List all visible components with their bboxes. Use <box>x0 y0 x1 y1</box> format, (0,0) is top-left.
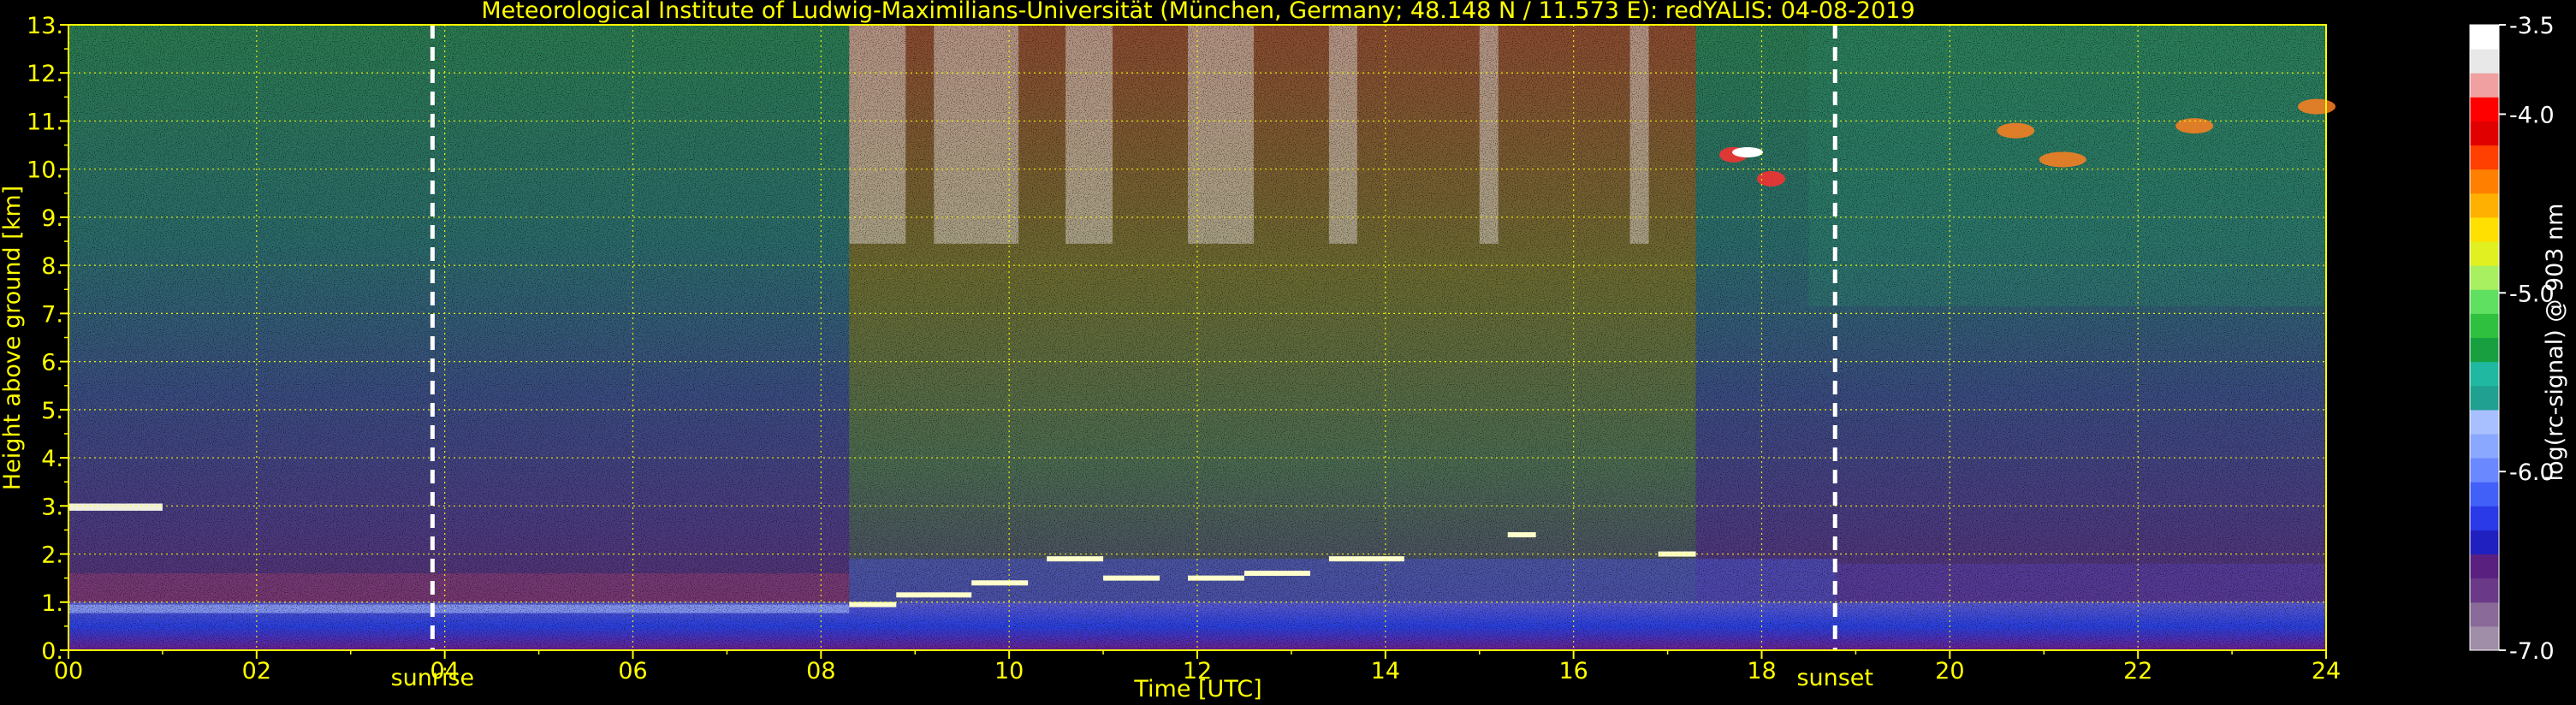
y-tick-label: 4. <box>41 446 63 472</box>
cloud-top <box>849 601 897 607</box>
colorbar-swatch <box>2470 601 2499 627</box>
x-tick-label: 16 <box>1558 658 1588 684</box>
sunrise-label: sunrise <box>391 665 475 691</box>
y-tick-label: 2. <box>41 542 63 569</box>
y-tick-label: 6. <box>41 350 63 376</box>
cloud-top <box>1507 532 1536 538</box>
cloud-top <box>1047 556 1104 562</box>
plot-area <box>68 24 2336 651</box>
y-tick-label: 9. <box>41 205 63 232</box>
x-tick-label: 08 <box>806 658 835 684</box>
colorbar-swatch <box>2470 265 2499 290</box>
cloud-top <box>896 592 972 598</box>
y-tick-label: 7. <box>41 301 63 328</box>
colorbar-tick-label: -4.0 <box>2509 102 2555 128</box>
sunset-label: sunset <box>1796 665 1873 691</box>
x-tick-label: 24 <box>2312 658 2341 684</box>
high-cloud <box>1997 122 2035 139</box>
x-tick-label: 06 <box>618 658 647 684</box>
colorbar-swatch <box>2470 193 2499 218</box>
chart-title: Meteorological Institute of Ludwig-Maxim… <box>481 0 1914 24</box>
y-tick-label: 11. <box>27 109 63 135</box>
x-tick-label: 02 <box>242 658 271 684</box>
y-tick-label: 13. <box>27 13 63 39</box>
colorbar-swatch <box>2470 241 2499 266</box>
colorbar-swatch <box>2470 506 2499 530</box>
colorbar-swatch <box>2470 361 2499 387</box>
high-cloud-core <box>1732 147 1764 158</box>
y-tick-label: 10. <box>27 157 63 184</box>
x-tick-label: 10 <box>994 658 1024 684</box>
colorbar-label: log(rc-signal) @ 903 nm <box>2542 204 2568 482</box>
colorbar <box>2469 24 2500 651</box>
y-tick-label: 12. <box>27 61 63 87</box>
colorbar-swatch <box>2470 169 2499 194</box>
colorbar-swatch <box>2470 385 2499 411</box>
y-tick-label: 8. <box>41 253 63 280</box>
residual-aerosol-layer <box>68 503 163 511</box>
x-axis-label: Time [UTC] <box>1133 676 1261 702</box>
colorbar-swatch <box>2470 121 2499 146</box>
x-tick-label: 14 <box>1371 658 1400 684</box>
y-tick-label: 1. <box>41 590 63 617</box>
y-axis-label: Height above ground [km] <box>0 186 26 490</box>
colorbar-swatch <box>2470 578 2499 603</box>
cloud-top <box>1103 575 1160 581</box>
y-axis-ticks: 0. 1. 2. 3. 4. 5. 6. 7. 8. 9. 10. 11. 12. 13. <box>27 13 68 665</box>
cloud-top <box>971 580 1029 586</box>
x-tick-label: 20 <box>1935 658 1964 684</box>
colorbar-swatch <box>2470 313 2499 338</box>
colorbar-swatch <box>2470 289 2499 314</box>
colorbar-swatch <box>2470 530 2499 555</box>
cloud-top <box>1243 571 1310 577</box>
colorbar-swatch <box>2470 433 2499 459</box>
high-cloud <box>2039 151 2086 168</box>
y-tick-label: 0. <box>41 638 63 665</box>
colorbar-swatch <box>2470 409 2499 435</box>
colorbar-tick-label: -3.5 <box>2509 13 2555 39</box>
x-tick-label: 18 <box>1747 658 1776 684</box>
colorbar-swatch <box>2470 49 2499 74</box>
colorbar-swatch <box>2470 145 2499 170</box>
colorbar-tick-label: -7.0 <box>2509 638 2555 665</box>
cloud-top <box>1188 575 1244 581</box>
colorbar-swatch <box>2470 337 2499 363</box>
colorbar-swatch <box>2470 97 2499 121</box>
colorbar-swatch <box>2470 625 2499 651</box>
x-tick-label: 22 <box>2123 658 2152 684</box>
colorbar-swatch <box>2470 458 2499 483</box>
y-tick-label: 5. <box>41 398 63 424</box>
colorbar-swatch <box>2470 482 2499 507</box>
colorbar-swatch <box>2470 554 2499 579</box>
y-tick-label: 3. <box>41 494 63 520</box>
sun-event-labels: sunrise sunset <box>391 665 1873 691</box>
lidar-chart: Meteorological Institute of Ludwig-Maxim… <box>0 0 2568 702</box>
colorbar-swatch <box>2470 216 2499 242</box>
cloud-top <box>1328 556 1404 562</box>
high-cloud <box>2298 98 2336 115</box>
high-cloud <box>2175 118 2214 134</box>
colorbar-swatch <box>2470 73 2499 98</box>
colorbar-swatch <box>2470 25 2499 50</box>
